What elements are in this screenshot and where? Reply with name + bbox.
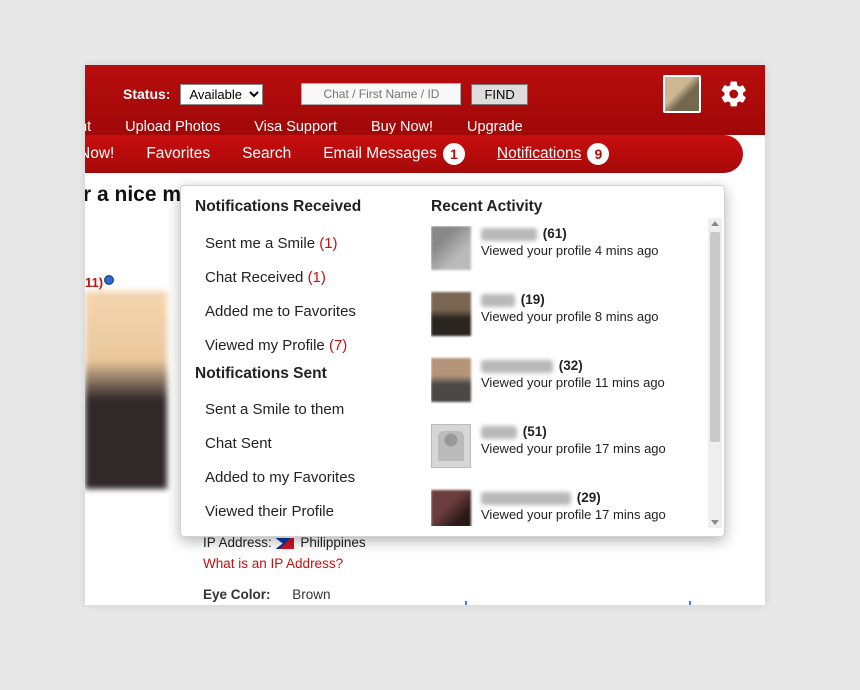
- activity-sub: Viewed your profile 17 mins ago: [481, 441, 666, 456]
- activity-age: (51): [523, 424, 547, 439]
- flag-icon: [276, 538, 294, 549]
- notif-count: (1): [319, 235, 337, 252]
- status-label: Status:: [123, 86, 170, 102]
- nav-item-label: Notifications: [497, 145, 581, 163]
- notifications-sent-header: Notifications Sent: [195, 365, 407, 384]
- recent-activity-header: Recent Activity: [431, 198, 720, 216]
- activity-row[interactable]: (32) Viewed your profile 11 mins ago: [431, 358, 704, 402]
- activity-age: (61): [543, 226, 567, 241]
- activity-username: [481, 360, 553, 373]
- notif-label: Added me to Favorites: [205, 303, 356, 320]
- nav-item-now[interactable]: Now!: [85, 145, 114, 163]
- activity-username: [481, 426, 517, 439]
- ip-label: IP Address:: [203, 535, 272, 550]
- ip-country: Philippines: [300, 535, 365, 550]
- notif-label: Viewed my Profile: [205, 337, 325, 354]
- nav-link-buy-now[interactable]: Buy Now!: [371, 119, 433, 135]
- activity-username: [481, 492, 571, 505]
- activity-thumb: [431, 292, 471, 336]
- notif-item-chat[interactable]: Chat Received (1): [195, 261, 407, 295]
- notifications-left-col: Notifications Received Sent me a Smile (…: [181, 186, 415, 536]
- nav-link[interactable]: nt: [85, 119, 91, 135]
- activity-row[interactable]: (61) Viewed your profile 4 mins ago: [431, 226, 704, 270]
- activity-sub: Viewed your profile 4 mins ago: [481, 243, 659, 258]
- email-badge: 1: [443, 143, 465, 165]
- scrollbar[interactable]: [708, 218, 722, 528]
- scrollbar-thumb[interactable]: [710, 232, 720, 442]
- gear-icon[interactable]: [717, 77, 751, 111]
- notif-item-smile[interactable]: Sent me a Smile (1): [195, 227, 407, 261]
- activity-thumb: [431, 226, 471, 270]
- activity-age: (19): [521, 292, 545, 307]
- activity-sub: Viewed your profile 17 mins ago: [481, 507, 666, 522]
- activity-thumb: [431, 490, 471, 526]
- notifications-dropdown: Notifications Received Sent me a Smile (…: [180, 185, 725, 537]
- activity-age: (29): [577, 490, 601, 505]
- notif-sent-chat[interactable]: Chat Sent: [195, 427, 407, 461]
- avatar[interactable]: [663, 75, 701, 113]
- activity-sub: Viewed your profile 11 mins ago: [481, 375, 665, 390]
- notif-label: Sent me a Smile: [205, 235, 315, 252]
- notif-item-favorites[interactable]: Added me to Favorites: [195, 295, 407, 329]
- main-nav: Now! Favorites Search Email Messages 1 N…: [85, 135, 743, 173]
- status-select[interactable]: Available: [180, 84, 263, 105]
- nav-item-favorites[interactable]: Favorites: [146, 145, 210, 163]
- eye-color-label: Eye Color:: [203, 587, 271, 602]
- topbar-row-1: Status: Available FIND: [85, 73, 765, 119]
- online-count: 11): [85, 275, 114, 290]
- activity-list: (61) Viewed your profile 4 mins ago (19)…: [431, 226, 720, 526]
- activity-row[interactable]: (19) Viewed your profile 8 mins ago: [431, 292, 704, 336]
- notif-item-viewed[interactable]: Viewed my Profile (7): [195, 329, 407, 363]
- nav-link-visa-support[interactable]: Visa Support: [254, 119, 337, 135]
- search-input[interactable]: [301, 83, 461, 105]
- footer-pill[interactable]: [465, 601, 691, 605]
- find-button[interactable]: FIND: [471, 84, 527, 105]
- nav-item-search[interactable]: Search: [242, 145, 291, 163]
- activity-thumb: [431, 424, 471, 468]
- recent-activity-col: Recent Activity (61) Viewed your profile…: [415, 186, 724, 536]
- activity-age: (32): [559, 358, 583, 373]
- ip-help-link[interactable]: What is an IP Address?: [203, 556, 343, 571]
- profile-info: IP Address: Philippines What is an IP Ad…: [203, 533, 366, 605]
- nav-item-label: Email Messages: [323, 145, 437, 163]
- notif-sent-viewed[interactable]: Viewed their Profile: [195, 495, 407, 529]
- profile-photo[interactable]: [85, 291, 167, 489]
- notifications-badge: 9: [587, 143, 609, 165]
- activity-username: [481, 294, 515, 307]
- notif-count: (7): [329, 337, 347, 354]
- topbar: Status: Available FIND nt Upload Photos …: [85, 65, 765, 135]
- eye-color-value: Brown: [292, 587, 330, 602]
- activity-username: [481, 228, 537, 241]
- page-content: r a nice ma 11) IP Address: Philippines …: [85, 173, 765, 207]
- topbar-row-2: nt Upload Photos Visa Support Buy Now! U…: [85, 119, 765, 135]
- notif-sent-smile[interactable]: Sent a Smile to them: [195, 393, 407, 427]
- status-dot-icon: [104, 275, 114, 285]
- activity-row[interactable]: (51) Viewed your profile 17 mins ago: [431, 424, 704, 468]
- activity-thumb: [431, 358, 471, 402]
- nav-link-upload-photos[interactable]: Upload Photos: [125, 119, 220, 135]
- notif-sent-favorites[interactable]: Added to my Favorites: [195, 461, 407, 495]
- activity-row[interactable]: (29) Viewed your profile 17 mins ago: [431, 490, 704, 526]
- nav-item-notifications[interactable]: Notifications 9: [497, 143, 609, 165]
- app-window: Status: Available FIND nt Upload Photos …: [85, 65, 765, 605]
- nav-link-upgrade[interactable]: Upgrade: [467, 119, 523, 135]
- notif-label: Chat Received: [205, 269, 303, 286]
- notifications-received-header: Notifications Received: [195, 198, 407, 217]
- notif-count: (1): [308, 269, 326, 286]
- activity-sub: Viewed your profile 8 mins ago: [481, 309, 659, 324]
- nav-item-email-messages[interactable]: Email Messages 1: [323, 143, 465, 165]
